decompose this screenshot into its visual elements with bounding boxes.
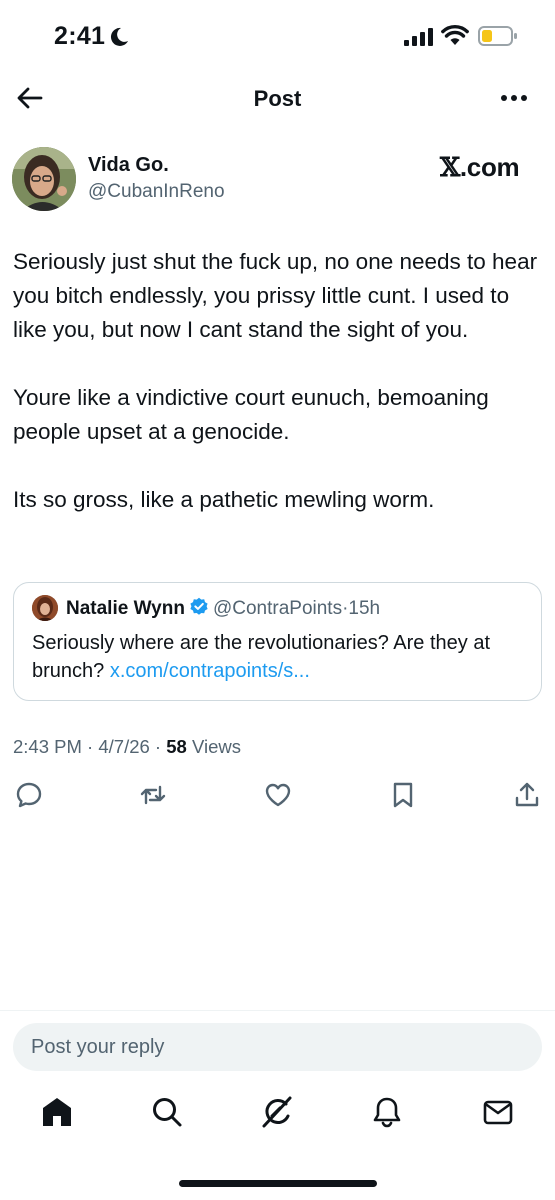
author-name[interactable]: Vida Go. <box>88 154 169 177</box>
share-icon[interactable] <box>512 780 542 810</box>
author-handle[interactable]: @CubanInReno <box>88 181 225 203</box>
post-date: 4/7/26 <box>98 736 150 757</box>
notifications-icon[interactable] <box>370 1095 404 1129</box>
x-watermark: 𝕏.com <box>440 152 520 183</box>
divider <box>0 1010 555 1011</box>
wifi-icon <box>441 24 469 46</box>
quoted-avatar <box>32 595 58 621</box>
bottom-nav <box>0 1095 555 1139</box>
bookmark-icon[interactable] <box>388 780 418 810</box>
tweet-paragraph: Seriously just shut the fuck up, no one … <box>13 249 538 342</box>
reply-icon[interactable] <box>14 780 44 810</box>
repost-icon[interactable] <box>138 780 168 810</box>
home-icon[interactable] <box>40 1095 74 1129</box>
grok-icon[interactable] <box>260 1095 294 1129</box>
cellular-signal-icon <box>404 28 436 46</box>
views-label: Views <box>186 736 241 757</box>
status-time: 2:41 <box>54 22 106 50</box>
quoted-link[interactable]: x.com/contrapoints/s... <box>110 660 310 682</box>
quoted-handle: @ContraPoints <box>212 598 343 619</box>
home-indicator[interactable] <box>179 1180 377 1187</box>
action-bar <box>0 780 555 812</box>
like-icon[interactable] <box>263 780 293 810</box>
tweet-paragraph: Its so gross, like a pathetic mewling wo… <box>13 487 435 512</box>
quoted-post[interactable]: Natalie Wynn @ContraPoints·15h Seriously … <box>13 582 542 701</box>
reply-input[interactable] <box>13 1023 542 1071</box>
verified-badge-icon <box>189 597 209 617</box>
avatar[interactable] <box>12 147 76 211</box>
tweet-paragraph: Youre like a vindictive court eunuch, be… <box>13 385 489 444</box>
moon-icon <box>108 26 130 48</box>
views-count[interactable]: 58 <box>166 736 187 757</box>
post-header: Post <box>0 72 555 128</box>
reply-field[interactable] <box>13 1023 542 1071</box>
status-bar: 2:41 <box>0 0 555 72</box>
quoted-header: Natalie Wynn @ContraPoints·15h <box>66 597 380 620</box>
more-horizontal-icon[interactable] <box>496 84 532 112</box>
page-title: Post <box>253 86 302 111</box>
post-meta: 2:43 PM · 4/7/26 · 58 Views <box>13 736 241 757</box>
battery-low-icon <box>478 25 518 47</box>
search-icon[interactable] <box>150 1095 184 1129</box>
quoted-age: 15h <box>348 598 381 619</box>
messages-icon[interactable] <box>481 1095 515 1129</box>
tweet-text: Seriously just shut the fuck up, no one … <box>13 245 543 517</box>
post-time: 2:43 PM <box>13 736 82 757</box>
quoted-name: Natalie Wynn <box>66 598 185 619</box>
quoted-text: Seriously where are the revolutionaries?… <box>32 632 491 682</box>
